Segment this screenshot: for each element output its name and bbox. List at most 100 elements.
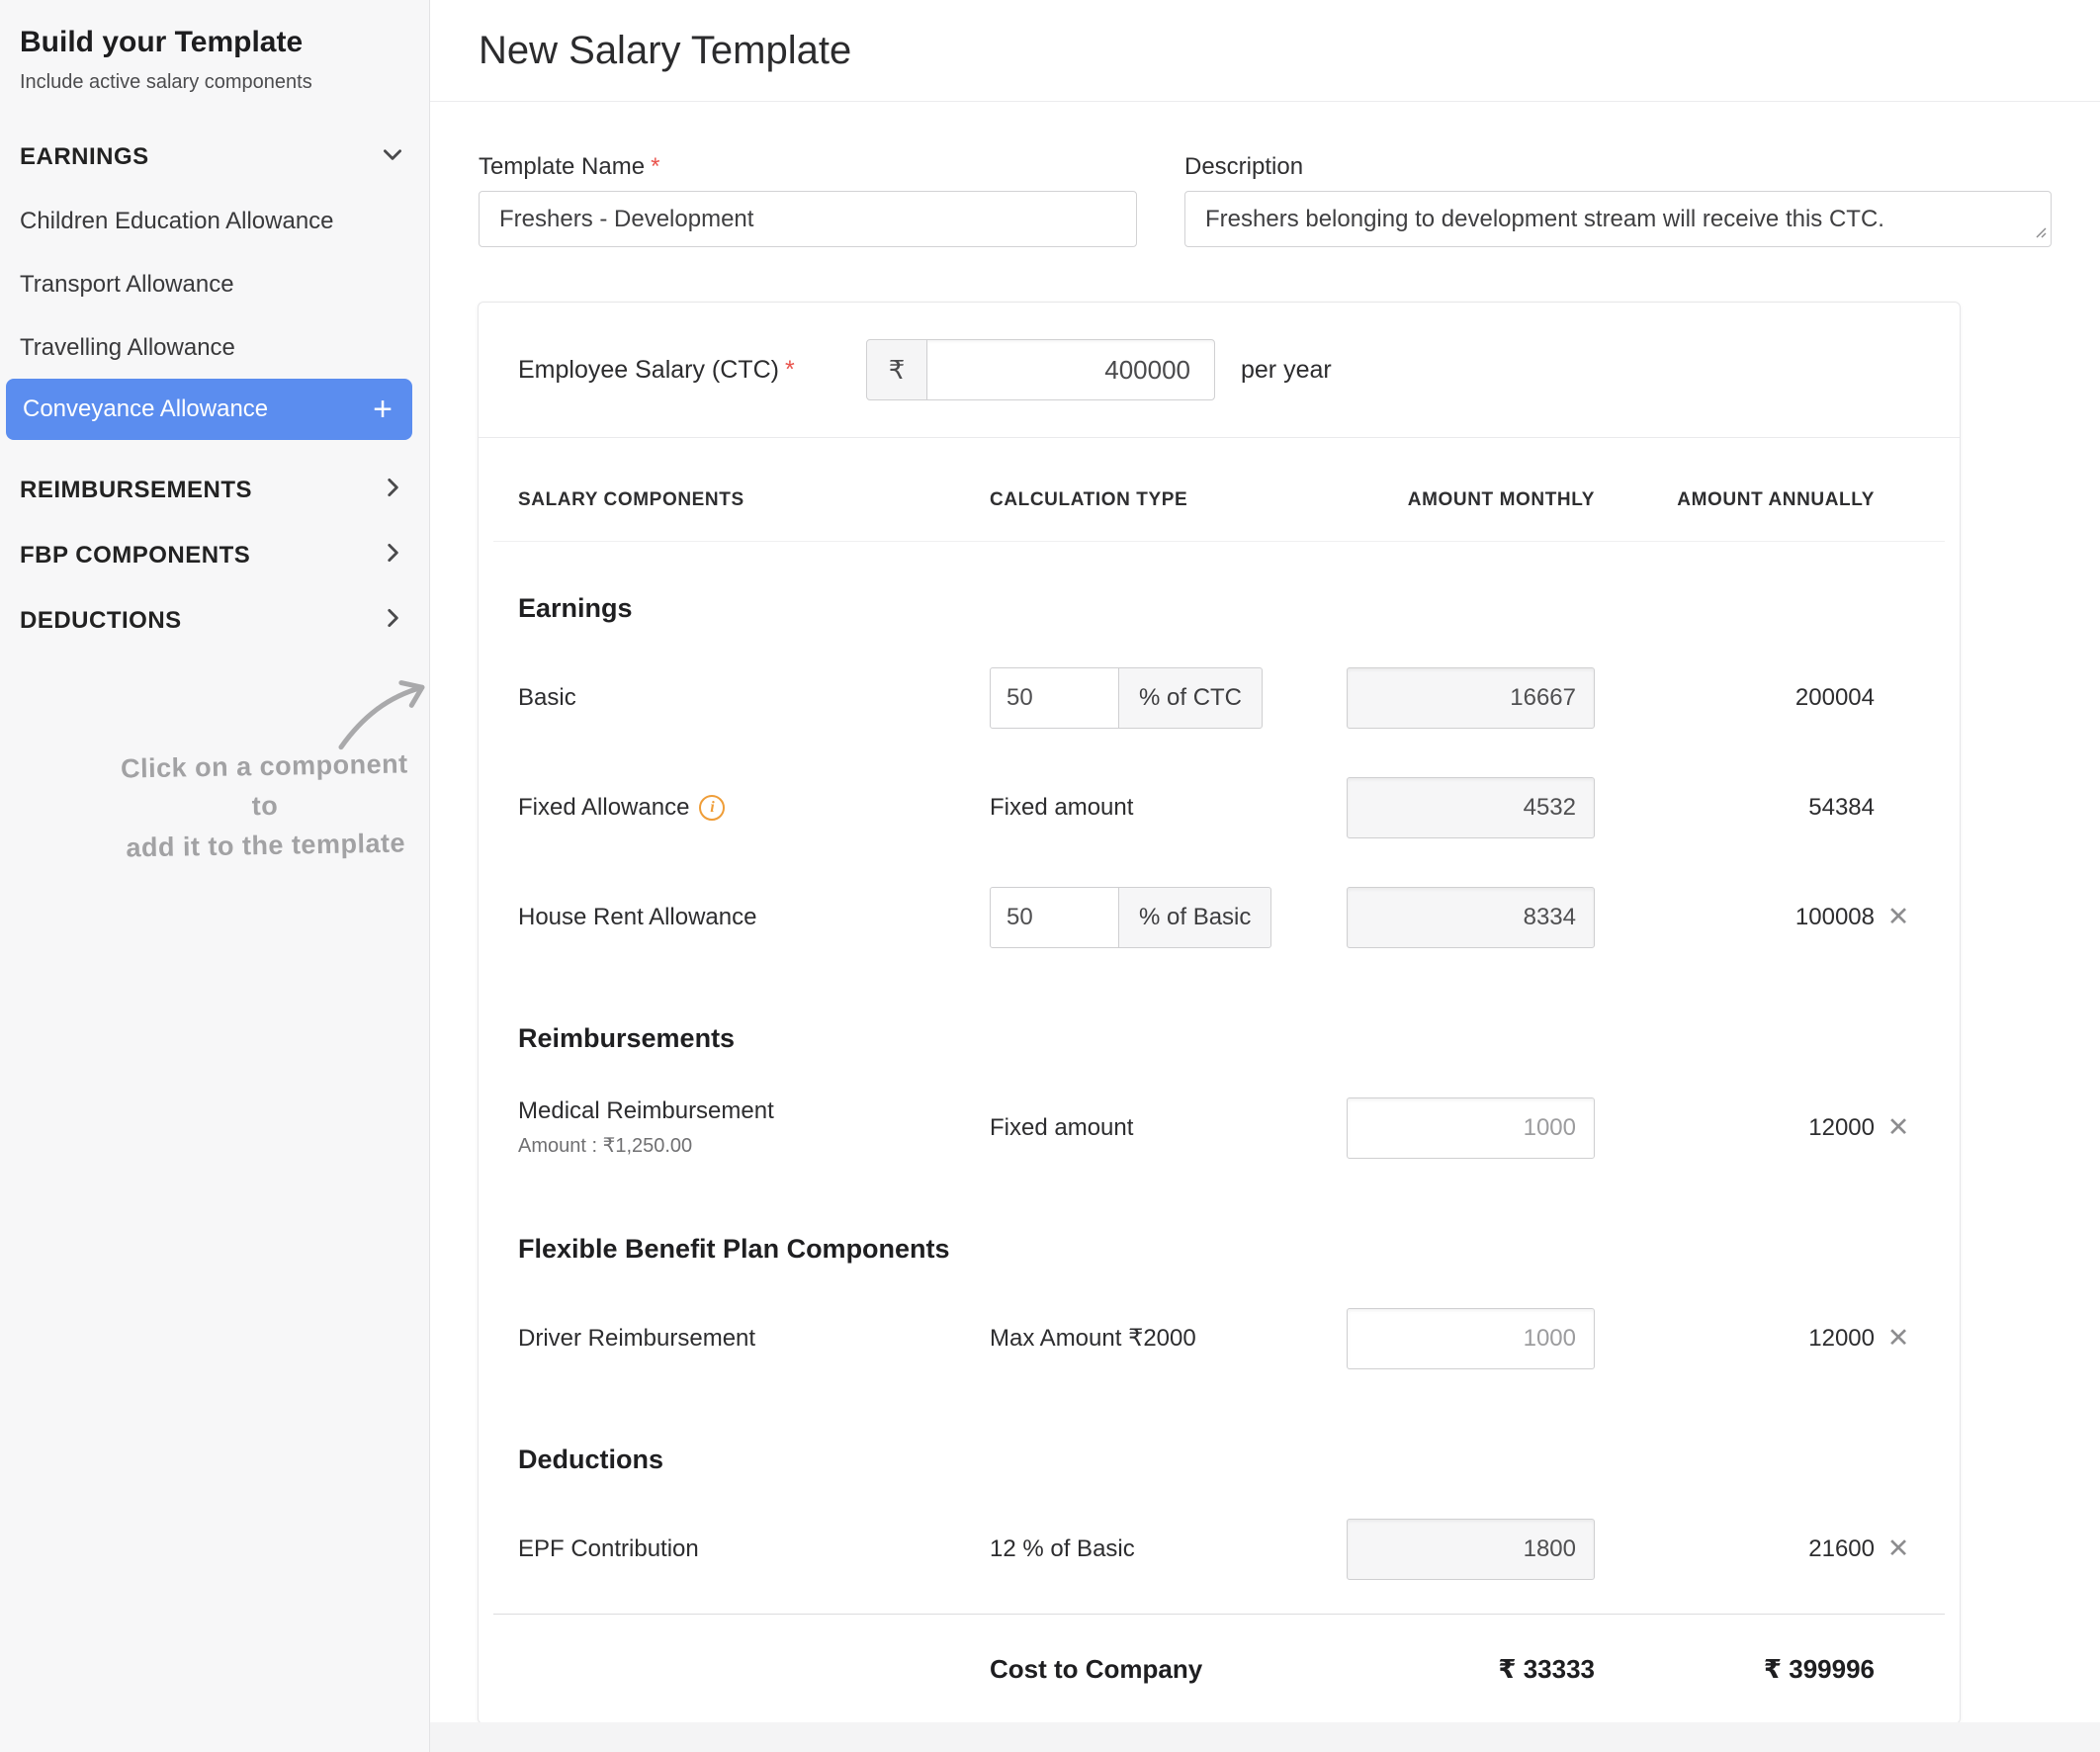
calc-type-text: 12 % of Basic [990,1535,1347,1563]
calc-type-text: Fixed amount [990,1114,1347,1142]
calc-type-text: Fixed amount [990,794,1347,822]
chevron-right-icon [380,605,405,636]
cost-to-company-annual: ₹ 399996 [1595,1654,1875,1685]
hint-arrow-icon [330,674,440,760]
basic-annual-amount: 200004 [1595,684,1875,712]
rupee-icon: ₹ [889,355,906,386]
table-row-basic: Basic % of CTC 200004 [518,643,1920,752]
info-icon[interactable]: i [699,795,725,821]
sidebar-item-conveyance-allowance-label: Conveyance Allowance [23,395,268,423]
chevron-right-icon [380,540,405,570]
ctc-row: Employee Salary (CTC)* ₹ per year [479,303,1960,438]
column-header-amount-monthly: AMOUNT MONTHLY [1347,489,1595,511]
table-row-fixed-allowance: Fixed Allowance i Fixed amount 54384 [518,752,1920,862]
sidebar-title: Build your Template [20,26,409,59]
column-header-calculation-type: CALCULATION TYPE [990,489,1347,511]
medical-monthly-amount-input[interactable] [1347,1097,1595,1159]
percent-of-ctc-addon: % of CTC [1118,667,1263,729]
cost-to-company-label: Cost to Company [990,1654,1347,1685]
page-bottom-strip [430,1722,2100,1752]
section-earnings[interactable]: EARNINGS [20,141,405,172]
hra-annual-amount: 100008 [1595,904,1875,931]
remove-driver-button[interactable]: ✕ [1883,1321,1914,1356]
column-header-amount-annually: AMOUNT ANNUALLY [1595,489,1875,511]
description-input[interactable]: Freshers belonging to development stream… [1184,191,2052,247]
calc-type-control: % of Basic [990,887,1347,948]
fixed-allowance-monthly-amount [1347,777,1595,838]
salary-template-app: Build your Template Include active salar… [0,0,2100,1752]
sidebar-item-conveyance-allowance[interactable]: Conveyance Allowance + [6,379,412,440]
hra-monthly-amount [1347,887,1595,948]
component-name: Medical Reimbursement Amount : ₹1,250.00 [518,1097,990,1158]
section-title-reimbursements: Reimbursements [518,972,1920,1073]
medical-annual-amount: 12000 [1595,1114,1875,1142]
sidebar-item-children-education-allowance[interactable]: Children Education Allowance [20,208,405,235]
component-name: Basic [518,684,990,712]
remove-epf-button[interactable]: ✕ [1883,1532,1914,1566]
ctc-period-label: per year [1241,356,1332,385]
component-name: EPF Contribution [518,1535,990,1563]
table-row-driver-reimbursement: Driver Reimbursement Max Amount ₹2000 12… [518,1283,1920,1393]
ctc-input-group: ₹ [866,339,1215,400]
table-header-row: SALARY COMPONENTS CALCULATION TYPE AMOUN… [493,438,1945,542]
description-field-group: Description Freshers belonging to develo… [1184,153,2052,252]
remove-medical-button[interactable]: ✕ [1883,1110,1914,1145]
driver-annual-amount: 12000 [1595,1325,1875,1353]
required-star: * [785,356,795,384]
template-name-input[interactable] [479,191,1137,247]
template-name-label: Template Name* [479,153,1137,181]
table-footer-row: Cost to Company ₹ 33333 ₹ 399996 [518,1615,1920,1723]
section-fbp-components-label: FBP COMPONENTS [20,542,250,569]
component-name: House Rent Allowance [518,904,990,931]
section-deductions[interactable]: DEDUCTIONS [20,605,405,636]
page-title: New Salary Template [479,29,851,73]
table-row-medical-reimbursement: Medical Reimbursement Amount : ₹1,250.00… [518,1073,1920,1183]
calc-type-text: Max Amount ₹2000 [990,1324,1347,1353]
section-reimbursements-label: REIMBURSEMENTS [20,477,252,504]
basic-percent-input[interactable] [990,667,1119,729]
epf-annual-amount: 21600 [1595,1535,1875,1563]
component-name: Fixed Allowance i [518,794,990,822]
cost-to-company-monthly: ₹ 33333 [1347,1654,1595,1685]
percent-of-basic-addon: % of Basic [1118,887,1271,948]
driver-monthly-amount-input[interactable] [1347,1308,1595,1369]
section-fbp-components[interactable]: FBP COMPONENTS [20,540,405,570]
section-title-deductions: Deductions [518,1393,1920,1494]
ctc-amount-input[interactable] [926,339,1215,400]
resize-handle-icon[interactable] [2033,224,2047,243]
page-header: New Salary Template [430,0,2100,102]
remove-hra-button[interactable]: ✕ [1883,900,1914,934]
rupee-prefix: ₹ [866,339,927,400]
hra-percent-input[interactable] [990,887,1119,948]
section-reimbursements[interactable]: REIMBURSEMENTS [20,475,405,505]
sidebar-subtitle: Include active salary components [20,71,409,94]
component-sidebar: Build your Template Include active salar… [0,0,430,1752]
column-header-salary-components: SALARY COMPONENTS [518,489,990,511]
plus-icon: + [373,393,393,426]
ctc-label: Employee Salary (CTC)* [518,356,866,385]
template-name-field-group: Template Name* [479,153,1137,252]
table-row-house-rent-allowance: House Rent Allowance % of Basic 100008 ✕ [518,862,1920,972]
fixed-allowance-annual-amount: 54384 [1595,794,1875,822]
sidebar-item-transport-allowance[interactable]: Transport Allowance [20,271,405,299]
epf-monthly-amount [1347,1519,1595,1580]
hint-note: Click on a component to add it to the te… [106,744,424,868]
salary-breakdown-card: Employee Salary (CTC)* ₹ per year SALARY… [478,302,1961,1724]
components-table: SALARY COMPONENTS CALCULATION TYPE AMOUN… [479,438,1960,1723]
section-title-fbp: Flexible Benefit Plan Components [518,1183,1920,1283]
chevron-right-icon [380,475,405,505]
section-title-earnings: Earnings [518,542,1920,643]
section-deductions-label: DEDUCTIONS [20,607,182,635]
main-panel: New Salary Template Template Name* Descr… [430,0,2100,1752]
hint-line-2: add it to the template [107,823,424,868]
component-name: Driver Reimbursement [518,1325,990,1353]
sidebar-item-travelling-allowance[interactable]: Travelling Allowance [20,334,405,362]
table-row-epf-contribution: EPF Contribution 12 % of Basic 21600 ✕ [518,1494,1920,1604]
calc-type-control: % of CTC [990,667,1347,729]
description-label: Description [1184,153,2052,181]
section-earnings-label: EARNINGS [20,143,149,171]
required-star: * [651,153,659,180]
basic-monthly-amount [1347,667,1595,729]
component-sub-label: Amount : ₹1,250.00 [518,1133,990,1158]
chevron-down-icon [380,141,405,172]
